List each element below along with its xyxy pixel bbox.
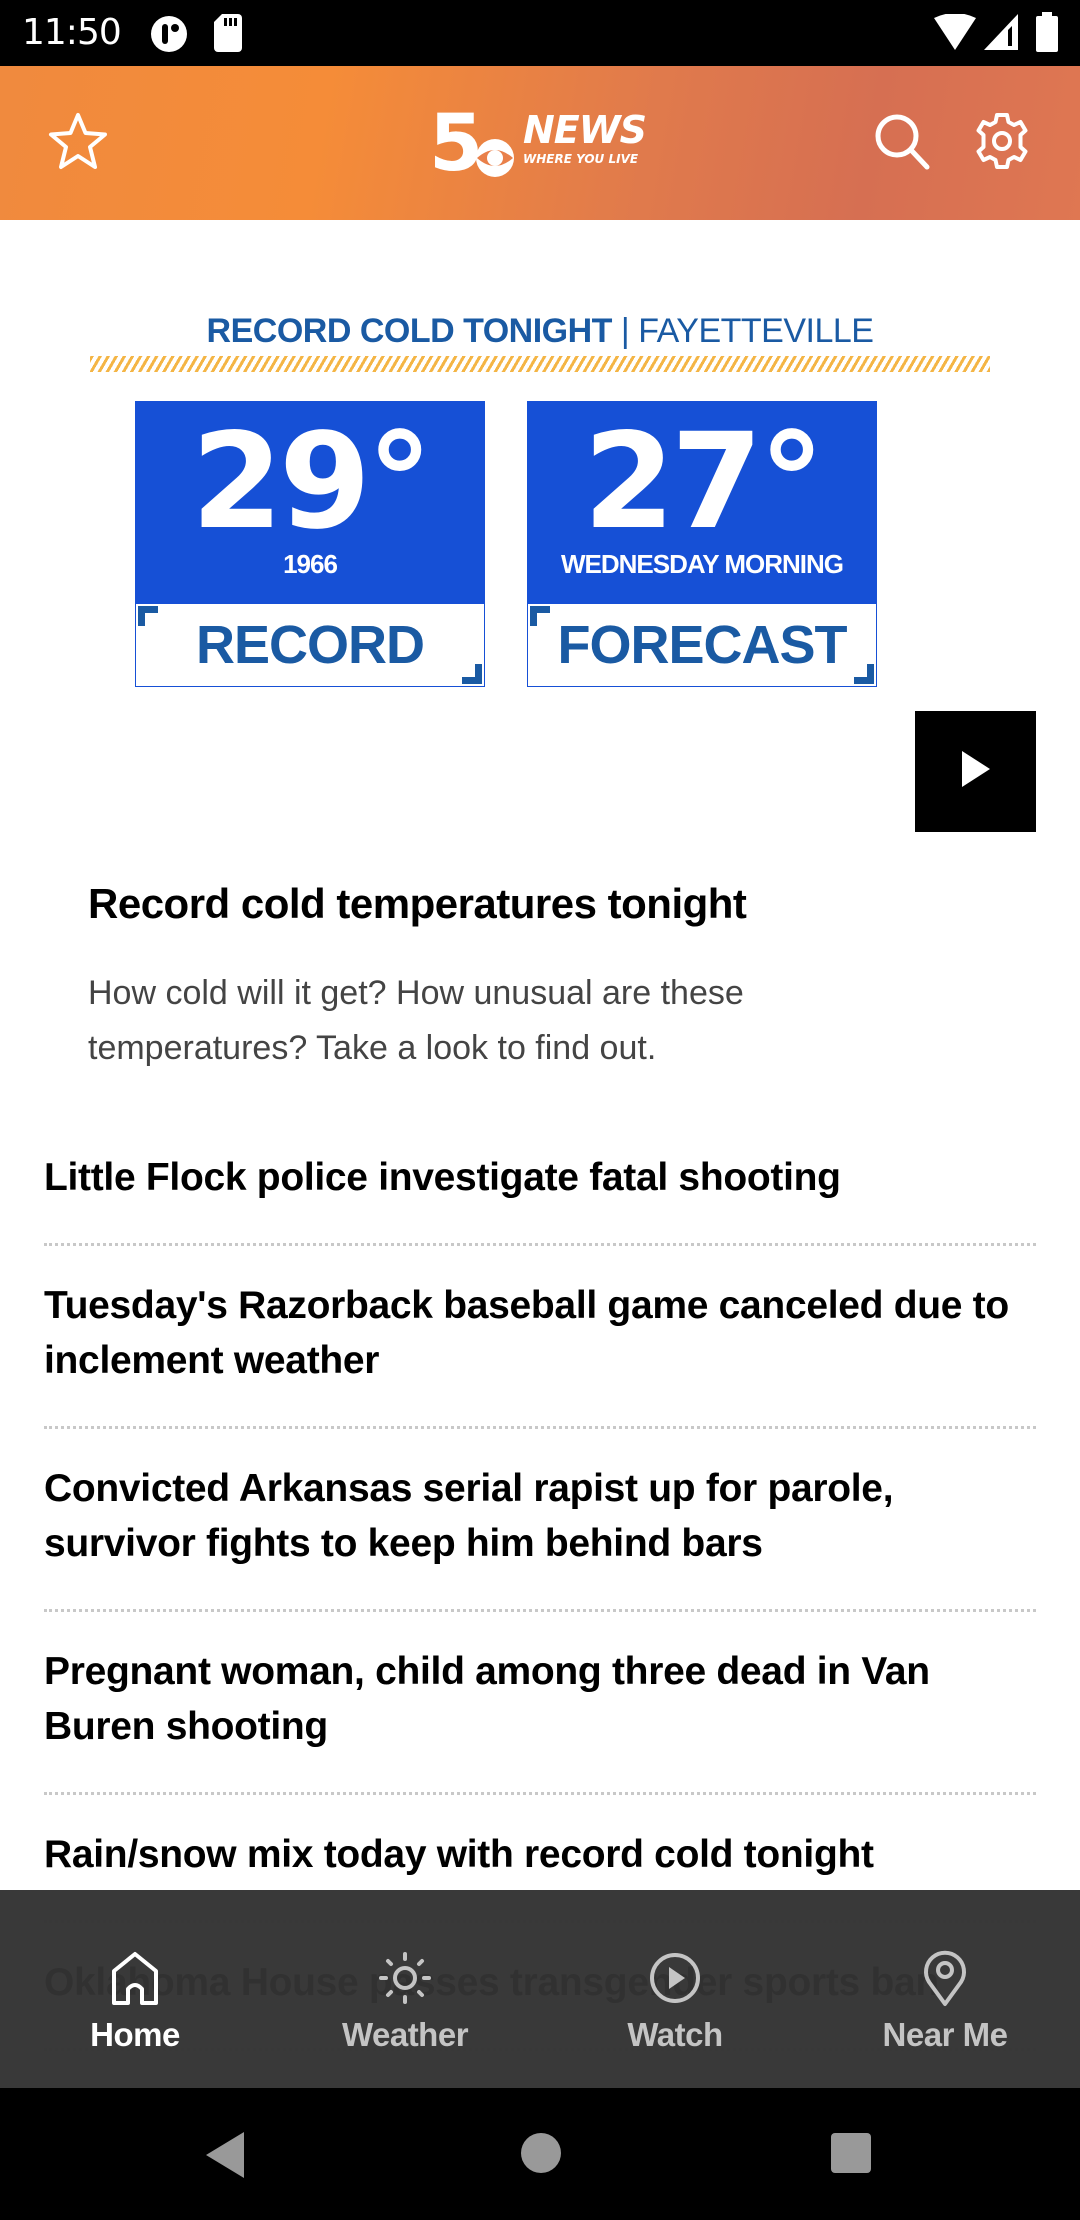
nav-tab-near-me[interactable]: Near Me (810, 1890, 1080, 2088)
location-pin-icon (917, 1950, 973, 2006)
nav-tab-home[interactable]: Home (0, 1890, 270, 2088)
notification-app-icon (150, 15, 188, 58)
forecast-label: FORECAST (557, 615, 848, 675)
record-temp-card: 29° 1966 RECORD (135, 401, 485, 687)
featured-story-graphic[interactable]: RECORD COLD TONIGHT | FAYETTEVILLE 29° 1… (0, 220, 1080, 860)
nav-label-home: Home (90, 2016, 180, 2053)
banner-separator: | (620, 312, 630, 350)
story-title: Pregnant woman, child among three dead i… (44, 1650, 930, 1748)
story-title: Rain/snow mix today with record cold ton… (44, 1833, 874, 1876)
play-video-button[interactable] (915, 711, 1036, 832)
graphic-banner-title: RECORD COLD TONIGHT | FAYETTEVILLE (0, 312, 1080, 351)
story-item[interactable]: Tuesday's Razorback baseball game cancel… (44, 1246, 1036, 1429)
status-time: 11:50 (22, 12, 122, 53)
record-temperature: 29° (191, 405, 433, 559)
nav-tab-weather[interactable]: Weather (270, 1890, 540, 2088)
gear-icon (972, 111, 1032, 176)
decorative-stripe (90, 356, 990, 372)
system-navigation-bar (0, 2088, 1080, 2220)
search-button[interactable] (862, 103, 942, 183)
sd-card-icon (214, 14, 242, 57)
app-header: 5 NEWS WHERE YOU LIVE (0, 66, 1080, 220)
play-icon (960, 749, 992, 794)
forecast-time: WEDNESDAY MORNING (560, 549, 844, 579)
story-item[interactable]: Convicted Arkansas serial rapist up for … (44, 1429, 1036, 1612)
cell-signal-icon (984, 14, 1018, 55)
favorites-button[interactable] (38, 103, 118, 183)
story-title: Tuesday's Razorback baseball game cancel… (44, 1284, 1009, 1382)
record-year: 1966 (283, 549, 338, 579)
star-icon (47, 112, 109, 175)
corner-bracket (854, 664, 874, 684)
wifi-icon (934, 13, 976, 55)
corner-bracket (462, 664, 482, 684)
story-title: Little Flock police investigate fatal sh… (44, 1156, 841, 1199)
battery-icon (1036, 12, 1058, 57)
station-logo[interactable]: 5 NEWS WHERE YOU LIVE (425, 104, 655, 184)
recents-icon[interactable] (830, 2132, 872, 2179)
nav-tab-watch[interactable]: Watch (540, 1890, 810, 2088)
banner-location: FAYETTEVILLE (638, 312, 874, 350)
nav-label-watch: Watch (627, 2016, 723, 2053)
home-icon (107, 1950, 163, 2006)
forecast-temp-card: 27° WEDNESDAY MORNING FORECAST (527, 401, 877, 687)
sun-icon (377, 1950, 433, 2006)
nav-label-near-me: Near Me (882, 2016, 1008, 2053)
settings-button[interactable] (962, 103, 1042, 183)
play-circle-icon (647, 1950, 703, 2006)
cbs-eye-icon (471, 138, 519, 183)
banner-title-bold: RECORD COLD TONIGHT (206, 312, 613, 350)
forecast-temperature: 27° (583, 405, 825, 559)
logo-tagline: WHERE YOU LIVE (523, 152, 639, 166)
bottom-navigation: Home Weather Watch Near Me (0, 1890, 1080, 2088)
search-icon (872, 111, 932, 176)
featured-headline[interactable]: Record cold temperatures tonight (88, 880, 988, 928)
back-icon[interactable] (204, 2132, 244, 2183)
story-item[interactable]: Little Flock police investigate fatal sh… (44, 1120, 1036, 1246)
home-circle-icon[interactable] (520, 2132, 562, 2179)
status-bar: 11:50 (0, 0, 1080, 66)
story-title: Convicted Arkansas serial rapist up for … (44, 1467, 894, 1565)
logo-name: NEWS (523, 108, 647, 152)
story-item[interactable]: Pregnant woman, child among three dead i… (44, 1612, 1036, 1795)
nav-label-weather: Weather (341, 2016, 469, 2053)
record-label: RECORD (195, 615, 425, 675)
featured-description: How cold will it get? How unusual are th… (88, 974, 744, 1067)
